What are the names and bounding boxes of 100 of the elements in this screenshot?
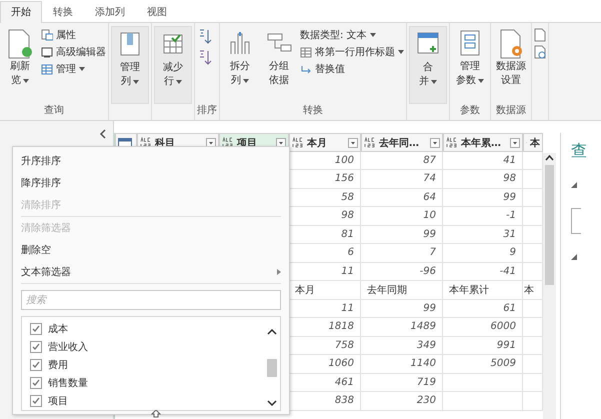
table-cell: 6000: [443, 318, 523, 336]
scroll-thumb[interactable]: [266, 358, 276, 376]
value-label: 成本: [48, 322, 68, 336]
ribbon-tab[interactable]: 转换: [42, 1, 84, 23]
filter-dropdown-icon[interactable]: [348, 138, 358, 148]
column-title: 本年累…: [461, 136, 502, 150]
ribbon-button[interactable]: 减少 行: [154, 26, 192, 104]
caret-icon: [431, 80, 437, 84]
document-clock-icon[interactable]: [534, 45, 546, 59]
sort-descending-icon[interactable]: [197, 49, 213, 67]
group-label: 查询: [43, 104, 65, 118]
scroll-up-icon[interactable]: [266, 329, 276, 335]
scrollbar[interactable]: [543, 153, 556, 419]
ribbon-menu-button[interactable]: 管理: [41, 62, 106, 76]
value-label: 营业收入: [48, 340, 88, 354]
ribbon-menu-button[interactable]: 属性: [41, 28, 106, 42]
value-label: 销售数量: [48, 376, 88, 390]
table-cell: 991: [443, 336, 523, 355]
menu-item[interactable]: 降序排序: [13, 172, 289, 194]
caret-icon: [243, 79, 249, 83]
expand-triangle-icon[interactable]: [571, 254, 577, 260]
ribbon-button[interactable]: 数据源 设置: [493, 26, 529, 90]
ribbon-menu-button[interactable]: 替换值: [300, 62, 404, 76]
scroll-thumb[interactable]: [545, 165, 554, 285]
ribbon-button[interactable]: 合 并: [409, 26, 447, 104]
table-cell: 61: [443, 300, 523, 318]
column-title: 本月: [307, 136, 328, 150]
table-cell: 64: [361, 188, 443, 207]
menu-item[interactable]: 升序排序: [13, 150, 289, 172]
table-cell: 87: [361, 152, 443, 170]
ribbon-button[interactable]: 拆分 列: [222, 26, 258, 90]
caret-icon: [478, 79, 484, 83]
scroll-down-icon[interactable]: [266, 400, 276, 406]
ribbon-button[interactable]: 管理 列: [111, 26, 149, 104]
ribbon-small-icon: [41, 46, 53, 58]
scroll-up-icon[interactable]: [545, 155, 554, 161]
table-cell: 1140: [361, 355, 443, 374]
column-title: 本: [530, 136, 540, 150]
column-header[interactable]: 本: [523, 133, 543, 152]
column-title: 去年同…: [379, 136, 420, 150]
ribbon-button[interactable]: 刷新 览: [2, 26, 38, 90]
table-cell: 1489: [361, 318, 443, 336]
filter-dropdown-icon[interactable]: [430, 138, 440, 148]
table-cell: 41: [443, 152, 523, 170]
ribbon-menu-button[interactable]: 将第一行用作标题: [300, 45, 404, 59]
expand-triangle-icon[interactable]: [571, 182, 577, 188]
table-cell: 5009: [443, 355, 523, 374]
sort-ascending-icon[interactable]: [197, 28, 213, 46]
ribbon-small-icon: [300, 46, 312, 58]
table-cell: 99: [361, 226, 443, 244]
value-label: 项目: [48, 394, 68, 408]
ribbon-menu-button[interactable]: 高级编辑器: [41, 45, 106, 59]
ribbon-button[interactable]: 管理 参数: [452, 26, 488, 90]
table-cell: 349: [361, 336, 443, 355]
collapse-chevron-icon[interactable]: [99, 129, 107, 139]
checkbox[interactable]: [30, 376, 42, 388]
group-label: 数据源: [495, 104, 527, 118]
filter-dropdown-icon[interactable]: [276, 138, 286, 148]
table-cell: 98: [443, 170, 523, 188]
checkbox[interactable]: [30, 322, 42, 334]
document-icon[interactable]: [534, 28, 546, 42]
menu-item[interactable]: 文本筛选器: [13, 261, 289, 283]
column-header[interactable]: 本年累…: [443, 133, 523, 152]
filter-dropdown-icon[interactable]: [510, 138, 520, 148]
ribbon-menu-button[interactable]: 数据类型: 文本: [300, 28, 404, 42]
table-cell: 74: [361, 170, 443, 188]
table-cell: 本年累计: [443, 281, 523, 300]
resize-grip-icon[interactable]: [151, 410, 161, 418]
filter-dropdown-icon[interactable]: [206, 138, 216, 148]
column-header[interactable]: 去年同…: [361, 133, 443, 152]
checkbox[interactable]: [30, 394, 42, 406]
column-header[interactable]: 本月: [289, 133, 361, 152]
table-cell: 7: [361, 244, 443, 262]
submenu-arrow-icon: [277, 269, 281, 275]
table-cell: 去年同期: [361, 281, 443, 300]
table-cell: 719: [361, 374, 443, 392]
ribbon-button[interactable]: 分组 依据: [261, 26, 297, 90]
ribbon-tab[interactable]: 视图: [136, 1, 178, 23]
table-cell: -1: [443, 207, 523, 226]
caret-icon: [370, 33, 376, 37]
menu-item[interactable]: 删除空: [13, 239, 289, 261]
ribbon-tab[interactable]: 添加列: [84, 1, 136, 23]
group-label: 排序: [197, 104, 217, 118]
caret-icon: [398, 50, 404, 54]
caret-icon: [23, 79, 29, 83]
table-cell: 99: [443, 188, 523, 207]
table-cell: 230: [361, 392, 443, 410]
caret-icon: [133, 80, 139, 84]
ribbon-small-icon: [41, 29, 53, 41]
table-cell: 99: [361, 300, 443, 318]
ribbon-small-icon: [41, 63, 53, 75]
input-box[interactable]: [571, 208, 581, 234]
checkbox[interactable]: [30, 340, 42, 352]
ribbon-tab[interactable]: 开始: [0, 1, 42, 23]
caret-icon: [79, 67, 85, 71]
table-cell: -96: [361, 262, 443, 281]
search-field[interactable]: 搜索: [21, 290, 281, 310]
table-cell: -41: [443, 262, 523, 281]
value-label: 费用: [48, 358, 68, 372]
checkbox[interactable]: [30, 358, 42, 370]
